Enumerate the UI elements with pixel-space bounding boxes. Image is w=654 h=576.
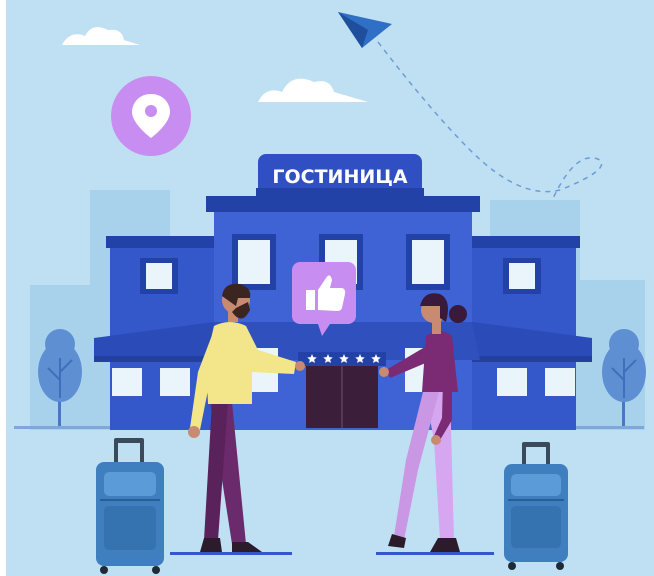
window [497, 368, 527, 396]
ground-shadow-right [376, 552, 494, 555]
hotel-sign-label: ГОСТИНИЦА [272, 166, 407, 188]
hotel-illustration: ГОСТИНИЦА [0, 0, 654, 576]
window [160, 368, 190, 396]
location-pin-icon [111, 76, 191, 156]
window [112, 368, 142, 396]
ground-shadow-left [170, 552, 292, 555]
window [545, 368, 575, 396]
